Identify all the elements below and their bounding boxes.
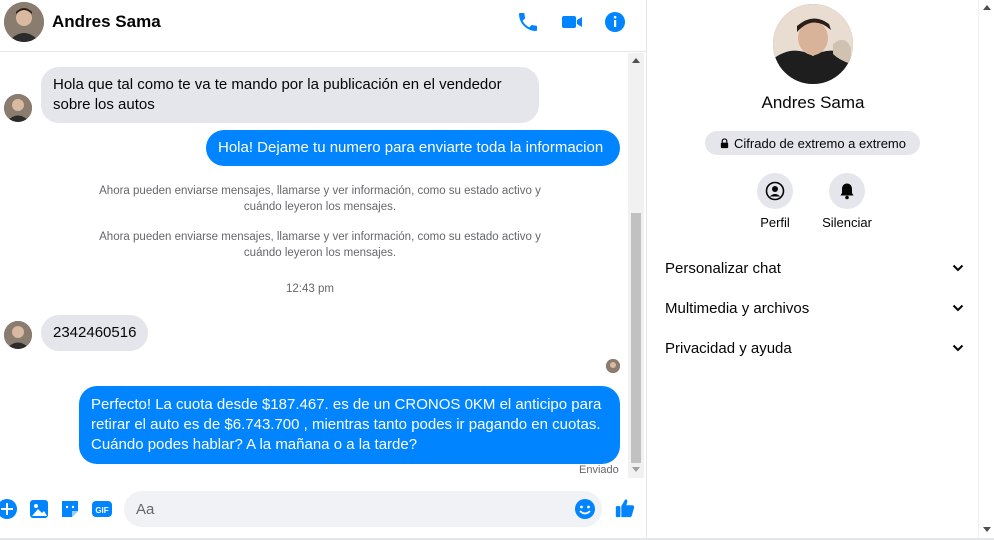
sender-avatar[interactable] [4,321,32,349]
like-icon[interactable] [614,497,638,521]
contact-avatar[interactable] [4,2,44,42]
profile-icon[interactable] [757,173,793,209]
incoming-message[interactable]: 2342460516 [41,315,149,351]
chevron-down-icon [952,264,964,272]
composer: GIF [0,484,646,540]
scroll-up-arrow[interactable] [632,58,640,63]
gallery-icon[interactable] [28,498,50,520]
message-input[interactable] [136,491,566,527]
video-camera-icon[interactable] [560,10,584,34]
gif-icon[interactable]: GIF [91,498,113,520]
encryption-label: Cifrado de extremo a extremo [734,135,906,151]
chevron-down-icon [952,304,964,312]
system-note: Ahora pueden enviarse mensajes, llamarse… [99,231,541,259]
scroll-down-arrow[interactable] [632,467,640,472]
scroll-thumb[interactable] [631,213,641,463]
profile-name: Andres Sama [761,93,865,112]
page-scroll-down-arrow[interactable] [983,527,991,532]
message-list[interactable]: Hola que tal como te va te mando por la … [0,53,628,480]
timestamp: 12:43 pm [286,283,334,295]
message-input-box[interactable] [124,491,602,527]
section-label: Privacidad y ayuda [665,339,792,357]
chevron-down-icon [952,344,964,352]
system-note: Ahora pueden enviarse mensajes, llamarse… [99,185,541,213]
outgoing-message[interactable]: Perfecto! La cuota desde $187.467. es de… [79,386,620,464]
lock-icon [720,137,729,148]
mute-action-label: Silenciar [822,215,872,230]
emoji-icon[interactable] [574,498,596,520]
section-label: Personalizar chat [665,259,781,277]
section-privacy-help[interactable]: Privacidad y ayuda [665,336,965,360]
section-media-files[interactable]: Multimedia y archivos [665,296,965,320]
chat-pane: Andres Sama Hola que tal como te va te m… [0,0,647,540]
sticker-icon[interactable] [59,498,81,520]
delivery-status: Enviado [579,464,619,476]
chat-header: Andres Sama [0,0,646,52]
conversation-info-panel: Andres Sama Cifrado de extremo a extremo… [648,0,978,540]
incoming-message[interactable]: Hola que tal como te va te mando por la … [41,67,539,123]
info-icon[interactable] [603,10,627,34]
seen-indicator-avatar [606,359,620,373]
phone-icon[interactable] [516,10,540,34]
encryption-badge[interactable]: Cifrado de extremo a extremo [705,131,920,155]
section-customize-chat[interactable]: Personalizar chat [665,256,965,280]
plus-icon[interactable] [0,498,18,520]
profile-avatar[interactable] [773,4,853,84]
page-scrollbar[interactable] [978,0,994,540]
sender-avatar[interactable] [4,94,32,122]
profile-action[interactable]: Perfil [735,173,815,230]
mute-action[interactable]: Silenciar [807,173,887,230]
gif-label: GIF [95,506,108,515]
profile-action-label: Perfil [760,215,790,230]
bell-icon[interactable] [829,173,865,209]
page-scroll-up-arrow[interactable] [983,5,991,10]
section-label: Multimedia y archivos [665,299,810,317]
chat-scrollbar[interactable] [628,53,644,478]
outgoing-message[interactable]: Hola! Dejame tu numero para enviarte tod… [206,130,620,166]
messenger-window: Andres Sama Hola que tal como te va te m… [0,0,994,540]
chat-title[interactable]: Andres Sama [52,12,161,32]
